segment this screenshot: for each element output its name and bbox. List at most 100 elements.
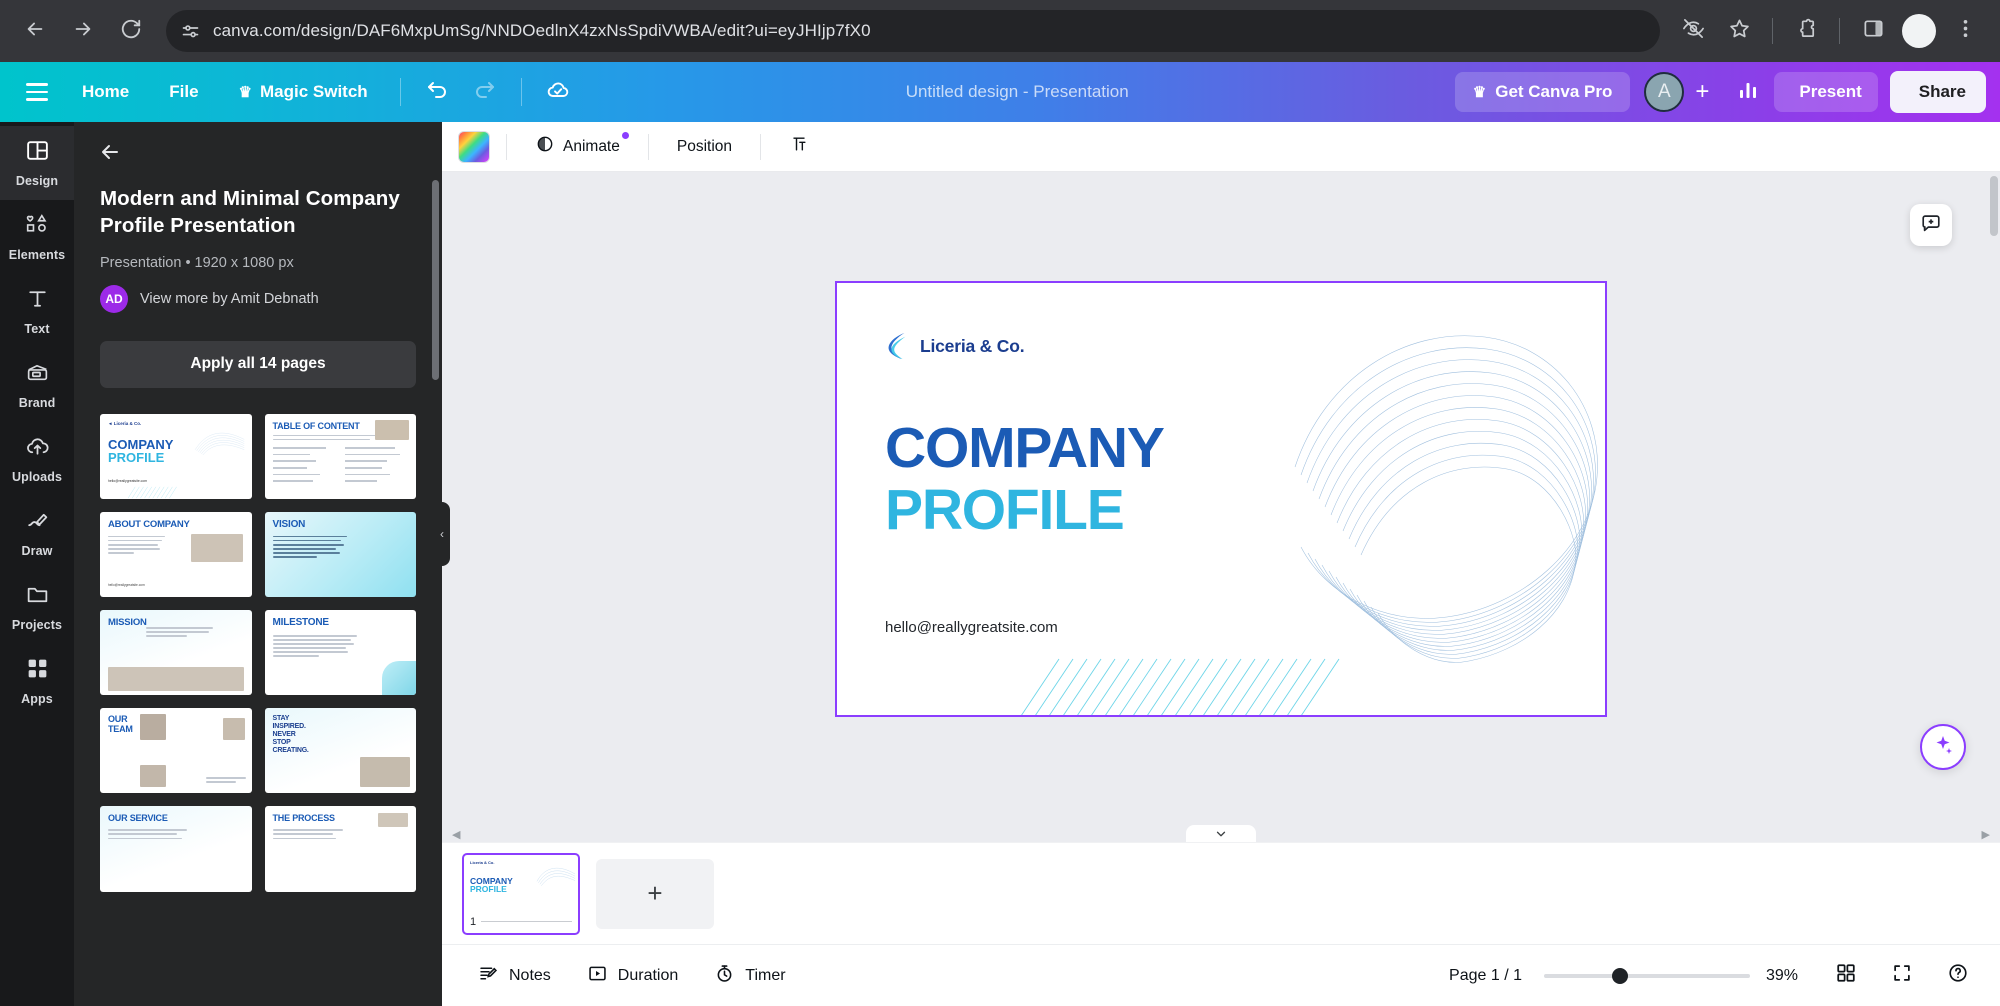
reload-button[interactable] [110, 10, 152, 52]
tracking-protection-button[interactable] [1672, 10, 1714, 52]
timer-button[interactable]: Timer [700, 954, 799, 998]
color-swatch-button[interactable] [458, 130, 490, 163]
get-canva-pro-button[interactable]: ♛ Get Canva Pro [1454, 72, 1631, 112]
home-button[interactable]: Home [64, 73, 147, 111]
zoom-slider-knob[interactable] [1612, 967, 1628, 984]
grid-view-button[interactable] [1826, 956, 1866, 996]
file-menu-button[interactable]: File [151, 73, 216, 111]
sidebar-item-text[interactable]: Text [0, 274, 74, 348]
transparency-button[interactable] [777, 126, 821, 167]
canvas-horizontal-scrollbar[interactable]: ◀ chevron-down-icon ▶ [442, 825, 2000, 842]
sidebar-item-uploads[interactable]: Uploads [0, 422, 74, 496]
notes-label: Notes [509, 966, 551, 984]
redo-button[interactable] [463, 70, 507, 114]
share-button[interactable]: Share [1889, 71, 1986, 118]
template-thumbnail[interactable]: STAY INSPIRED. NEVER STOP CREATING. [264, 708, 416, 794]
panel-collapse-button[interactable]: ‹ [434, 502, 450, 566]
sidebar-item-projects[interactable]: Projects [0, 570, 74, 644]
present-button[interactable]: Present [1774, 72, 1878, 116]
crown-icon: ♛ [1472, 84, 1487, 101]
page-indicator[interactable]: Page 1 / 1 [1449, 967, 1522, 985]
canvas-scrollbar-thumb[interactable] [1990, 176, 1998, 236]
star-icon [1728, 17, 1751, 45]
fullscreen-button[interactable] [1882, 956, 1922, 996]
page-number: 1 [470, 915, 477, 928]
site-settings-icon[interactable] [180, 21, 201, 42]
sidebar-item-design[interactable]: Design [0, 126, 74, 200]
thumb-body-lines [272, 535, 348, 558]
scroll-right-icon[interactable]: ▶ [1982, 828, 1990, 841]
add-comment-button[interactable] [1910, 204, 1952, 246]
side-panel-button[interactable] [1852, 10, 1894, 52]
sidebar-item-label: Design [15, 174, 59, 188]
page-thumb-wave [536, 867, 576, 886]
canvas-viewport[interactable]: Liceria & Co. COMPANY PROFILE hello@real… [442, 172, 2000, 826]
template-thumbnail[interactable]: ABOUT COMPANY hello@reallygreatsite.com [100, 511, 252, 597]
main-menu-button[interactable] [14, 69, 60, 115]
animate-label: Animate [563, 137, 620, 155]
author-link[interactable]: View more by Amit Debnath [140, 291, 319, 307]
saved-status-button[interactable] [536, 70, 580, 114]
duration-button[interactable]: Duration [573, 954, 692, 998]
timer-label: Timer [745, 966, 786, 984]
avatar[interactable]: A [1644, 72, 1685, 112]
reload-icon [120, 18, 142, 45]
slide-canvas[interactable]: Liceria & Co. COMPANY PROFILE hello@real… [835, 281, 1607, 717]
apply-all-pages-button[interactable]: Apply all 14 pages [100, 340, 416, 388]
add-collaborator-button[interactable]: + [1684, 72, 1720, 112]
template-thumbnail[interactable]: TABLE OF CONTENT [264, 413, 416, 499]
sidebar-item-apps[interactable]: Apps [0, 644, 74, 718]
author-byline[interactable]: AD View more by Amit Debnath [100, 284, 416, 313]
template-thumbnail[interactable]: MILESTONE [264, 609, 416, 696]
slide-email[interactable]: hello@reallygreatsite.com [885, 619, 1058, 636]
scroll-left-icon[interactable]: ◀ [452, 828, 460, 841]
sidebar-item-brand[interactable]: Brand [0, 348, 74, 422]
magic-ai-button[interactable] [1920, 724, 1966, 770]
help-button[interactable] [1938, 956, 1978, 996]
document-title[interactable]: Untitled design - Presentation [584, 82, 1451, 102]
position-button[interactable]: Position [665, 130, 744, 164]
zoom-slider[interactable] [1544, 967, 1750, 984]
sidebar-item-elements[interactable]: Elements [0, 200, 74, 274]
template-thumbnail[interactable]: THE PROCESS [264, 806, 416, 892]
add-page-button[interactable]: + [596, 858, 714, 929]
slide-logo-text: Liceria & Co. [920, 335, 1025, 356]
sidebar-item-draw[interactable]: Draw [0, 496, 74, 570]
pages-panel-toggle[interactable]: chevron-down-icon [1186, 825, 1256, 842]
undo-icon [425, 78, 449, 107]
notes-button[interactable]: Notes [464, 954, 565, 998]
insights-button[interactable] [1726, 70, 1770, 114]
thumb-photo [190, 533, 243, 562]
hamburger-icon-line [26, 83, 48, 86]
extensions-button[interactable] [1785, 10, 1827, 52]
thumb-email: hello@reallygreatsite.com [108, 478, 148, 483]
thumb-content: ABOUT COMPANY hello@reallygreatsite.com [100, 512, 252, 597]
template-thumbnail[interactable]: MISSION [100, 609, 252, 696]
apps-grid-icon [25, 656, 50, 686]
zoom-value[interactable]: 39% [1766, 967, 1810, 985]
template-thumbnail[interactable]: OUR TEAM [100, 708, 252, 794]
slide-logo[interactable]: Liceria & Co. [885, 331, 1025, 361]
animate-button[interactable]: Animate [523, 126, 632, 167]
template-thumbnail[interactable]: OUR SERVICE [100, 806, 252, 892]
slide-heading[interactable]: COMPANY PROFILE [885, 419, 1165, 543]
profile-button[interactable] [1898, 10, 1940, 52]
template-thumbnail-grid: ◄ Liceria & Co. COMPANY PROFILE hello@rea… [100, 413, 417, 892]
panel-scrollbar-thumb[interactable] [432, 180, 439, 380]
undo-button[interactable] [415, 70, 459, 114]
canvas-vertical-scrollbar[interactable] [1990, 176, 1998, 822]
back-button[interactable] [14, 10, 56, 52]
page-thumbnail-1[interactable]: Liceria & Co. COMPANY PROFILE 1 [462, 852, 580, 935]
panel-back-button[interactable] [74, 122, 442, 173]
slide-heading-line2: PROFILE [885, 478, 1125, 543]
footer-right-controls: Page 1 / 1 39% [1449, 956, 1978, 996]
thumb-content: VISION [265, 512, 417, 597]
template-thumbnail[interactable]: ◄ Liceria & Co. COMPANY PROFILE hello@rea… [100, 413, 252, 499]
bookmark-button[interactable] [1718, 10, 1760, 52]
template-thumbnail[interactable]: VISION [264, 511, 417, 597]
forward-button[interactable] [62, 10, 104, 52]
chrome-menu-button[interactable] [1944, 10, 1986, 52]
address-bar[interactable]: canva.com/design/DAF6MxpUmSg/NNDOedlnX4z… [166, 10, 1660, 52]
canva-top-bar: Home File ♛ Magic Switch Untitled design… [0, 62, 2000, 122]
magic-switch-button[interactable]: ♛ Magic Switch [221, 73, 386, 111]
